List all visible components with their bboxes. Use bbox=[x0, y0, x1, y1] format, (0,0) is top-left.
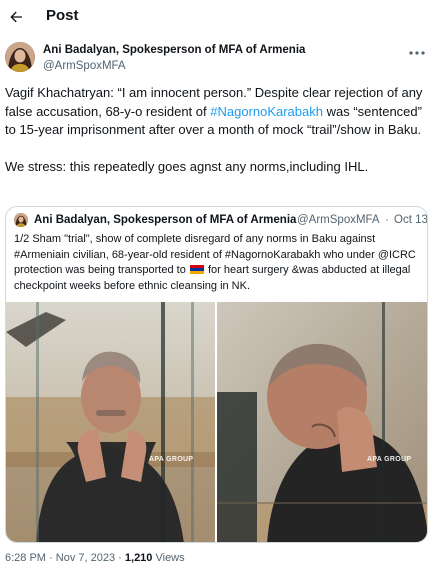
quoted-separator: · bbox=[385, 214, 389, 226]
photo-watermark: APA GROUP bbox=[149, 456, 194, 463]
meta-separator: · bbox=[49, 552, 53, 564]
tweet-text: Vagif Khachatryan: “I am innocent person… bbox=[5, 84, 427, 176]
views-label: Views bbox=[155, 552, 185, 564]
author-handle[interactable]: @ArmSpoxMFA bbox=[43, 60, 126, 72]
hashtag-link[interactable]: #NagornoKarabakh bbox=[210, 104, 323, 119]
quoted-avatar bbox=[14, 213, 28, 227]
quoted-author-name: Ani Badalyan, Spokesperson of MFA of Arm… bbox=[34, 214, 297, 226]
quoted-date: Oct 13 bbox=[394, 214, 428, 226]
page-title: Post bbox=[46, 7, 79, 24]
quoted-tweet[interactable]: Ani Badalyan, Spokesperson of MFA of Arm… bbox=[5, 206, 428, 543]
quoted-photo-right[interactable]: APA GROUP bbox=[217, 302, 427, 542]
back-button[interactable] bbox=[4, 5, 28, 29]
photo-watermark: APA GROUP bbox=[367, 456, 412, 463]
meta-separator: · bbox=[118, 552, 122, 564]
quoted-tweet-text: 1/2 Sham "trial", show of complete disre… bbox=[14, 232, 420, 294]
avatar[interactable] bbox=[5, 42, 35, 72]
views-count: 1,210 bbox=[124, 552, 153, 564]
tweet-paragraph-2: We stress: this repeatedly goes agnst an… bbox=[5, 158, 369, 174]
tweet-meta: 6:28 PM · Nov 7, 2023 · 1,210 Views bbox=[5, 552, 185, 564]
armenia-flag-icon bbox=[189, 265, 204, 274]
tweet-paragraph-1: Vagif Khachatryan: “I am innocent person… bbox=[5, 84, 427, 140]
more-horizontal-icon bbox=[409, 51, 425, 55]
quoted-tweet-header: Ani Badalyan, Spokesperson of MFA of Arm… bbox=[14, 213, 427, 229]
top-bar: Post bbox=[0, 0, 433, 34]
more-button[interactable] bbox=[408, 46, 426, 60]
post-date[interactable]: Nov 7, 2023 bbox=[56, 552, 115, 564]
post-time[interactable]: 6:28 PM bbox=[5, 552, 46, 564]
author-name[interactable]: Ani Badalyan, Spokesperson of MFA of Arm… bbox=[43, 44, 305, 56]
quoted-author-handle: @ArmSpoxMFA bbox=[297, 214, 380, 226]
arrow-left-icon bbox=[10, 11, 22, 23]
tweet-author: Ani Badalyan, Spokesperson of MFA of Arm… bbox=[5, 42, 428, 76]
quoted-photo-left[interactable]: APA GROUP bbox=[6, 302, 215, 542]
